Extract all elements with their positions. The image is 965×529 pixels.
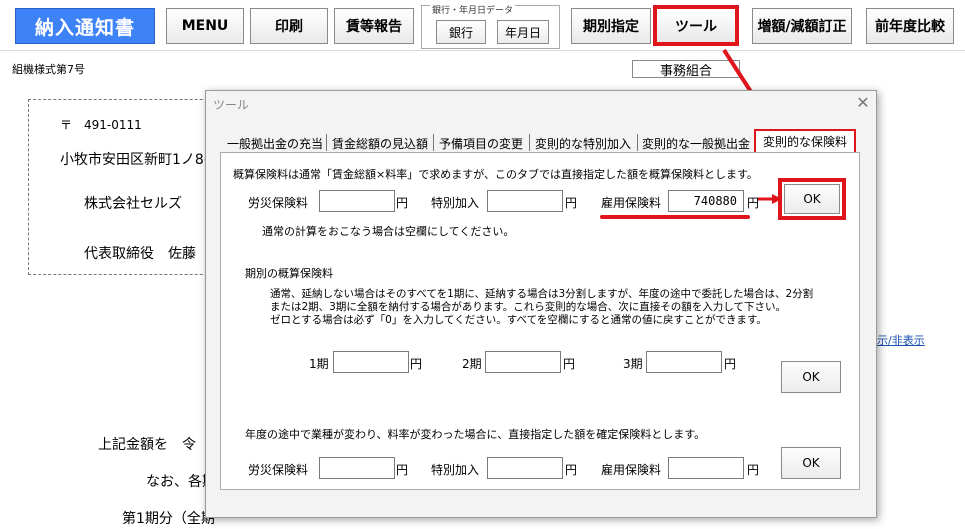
ok-button-section2[interactable]: OK xyxy=(781,361,841,393)
form-number: 組機様式第7号 xyxy=(12,63,85,76)
doc-line-1: 上記金額を 令 xyxy=(98,437,196,453)
address: 小牧市安田区新町1ノ80 xyxy=(60,152,213,168)
tab-wage-estimate[interactable]: 賃金総額の見込額 xyxy=(329,132,431,154)
menu-button[interactable]: MENU xyxy=(166,8,244,44)
date-button[interactable]: 年月日 xyxy=(497,20,549,44)
tab-general-contribution[interactable]: 一般拠出金の充当 xyxy=(226,132,324,154)
rousai-input[interactable] xyxy=(319,190,395,212)
rousai-label: 労災保険料 xyxy=(248,196,309,210)
rousai-label: 労災保険料 xyxy=(248,463,309,477)
tab-irregular-general[interactable]: 変則的な一般拠出金 xyxy=(640,132,752,154)
yen-label: 円 xyxy=(563,357,576,371)
tab-irregular-special[interactable]: 変則的な特別加入 xyxy=(532,132,634,154)
tab-separator xyxy=(326,134,327,151)
yen-label: 円 xyxy=(565,463,578,477)
bank-button[interactable]: 銀行 xyxy=(436,20,486,44)
period3-label: 3期 xyxy=(623,357,643,371)
section1-description: 概算保険料は通常「賃金総額×料率」で求めますが、このタブでは直接指定した額を概算… xyxy=(233,168,758,181)
postal-code: 〒 491-0111 xyxy=(60,118,142,132)
representative: 代表取締役 佐藤 xyxy=(84,246,210,262)
doc-line-3: 第1期分（全期 xyxy=(122,511,215,527)
dialog-title: ツール xyxy=(213,98,250,112)
section2-desc3: ゼロとする場合は必ず「0」を入力してください。すべてを空欄にすると通常の値に戻す… xyxy=(270,314,767,326)
tab-separator xyxy=(433,134,434,151)
bank-date-group-caption: 銀行・年月日データ xyxy=(430,3,516,16)
koyou-input-fixed[interactable] xyxy=(668,457,744,479)
toolbar-divider xyxy=(0,50,965,51)
tokubetsu-input[interactable] xyxy=(487,190,563,212)
company-name: 株式会社セルズ xyxy=(84,196,182,212)
section3-description: 年度の途中で業種が変わり、料率が変わった場合に、直接指定した額を確定保険料としま… xyxy=(245,428,706,441)
adjust-button[interactable]: 増額/減額訂正 xyxy=(752,8,852,44)
koyou-label: 雇用保険料 xyxy=(601,463,662,477)
close-icon[interactable]: ✕ xyxy=(853,93,873,112)
yen-label: 円 xyxy=(565,196,578,210)
section2-heading: 期別の概算保険料 xyxy=(245,267,333,280)
period1-input[interactable] xyxy=(333,351,409,373)
tab-separator xyxy=(637,134,638,151)
print-button[interactable]: 印刷 xyxy=(250,8,328,44)
title-button[interactable]: 納入通知書 xyxy=(15,8,155,44)
compare-button[interactable]: 前年度比較 xyxy=(866,8,954,44)
tab-reserve-items[interactable]: 予備項目の変更 xyxy=(436,132,526,154)
wage-report-button[interactable]: 賃等報告 xyxy=(334,8,414,44)
tokubetsu-input-fixed[interactable] xyxy=(487,457,563,479)
tokubetsu-label: 特別加入 xyxy=(431,196,480,210)
yen-label: 円 xyxy=(410,357,423,371)
yen-label: 円 xyxy=(747,463,760,477)
yen-label: 円 xyxy=(724,357,737,371)
yen-label: 円 xyxy=(396,196,409,210)
tab-irregular-insurance[interactable]: 変則的な保険料 xyxy=(754,129,856,154)
koyou-input[interactable]: 740880 xyxy=(668,190,744,212)
tab-separator xyxy=(529,134,530,151)
yen-label: 円 xyxy=(396,463,409,477)
section1-note: 通常の計算をおこなう場合は空欄にしてください。 xyxy=(262,225,515,238)
ok-button-section3[interactable]: OK xyxy=(781,447,841,479)
rousai-input-fixed[interactable] xyxy=(319,457,395,479)
period-button[interactable]: 期別指定 xyxy=(571,8,651,44)
tokubetsu-label: 特別加入 xyxy=(431,463,480,477)
period2-label: 2期 xyxy=(462,357,482,371)
period3-input[interactable] xyxy=(646,351,722,373)
show-hide-link[interactable]: 示/非表示 xyxy=(877,332,925,348)
ok-button-section1[interactable]: OK xyxy=(784,184,840,214)
period1-label: 1期 xyxy=(309,357,329,371)
underline-annotation xyxy=(600,215,750,219)
koyou-label: 雇用保険料 xyxy=(601,196,662,210)
period2-input[interactable] xyxy=(485,351,561,373)
